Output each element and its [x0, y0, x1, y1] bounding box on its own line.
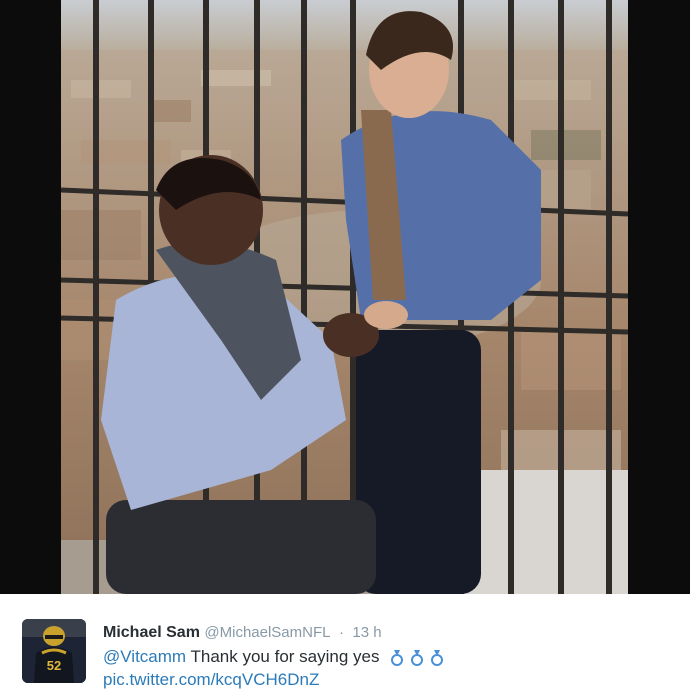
avatar-image: 52	[22, 619, 86, 683]
tweet-photo[interactable]	[0, 0, 690, 594]
photo-scene	[61, 0, 628, 594]
tweet-body: Michael Sam @MichaelSamNFL · 13 h @Vitca…	[103, 623, 678, 691]
separator: ·	[338, 624, 344, 641]
tweet-message: Thank you for saying yes	[190, 647, 380, 666]
avatar[interactable]: 52	[22, 619, 86, 683]
tweet-header: Michael Sam @MichaelSamNFL · 13 h	[103, 623, 678, 643]
user-handle[interactable]: @MichaelSamNFL	[204, 624, 330, 641]
ring-icon	[431, 649, 444, 666]
mention-link[interactable]: @Vitcamm	[103, 647, 186, 666]
tweet-time[interactable]: 13 h	[352, 624, 381, 641]
pic-link[interactable]: pic.twitter.com/kcqVCH6DnZ	[103, 668, 678, 691]
ring-icon	[411, 649, 424, 666]
tweet-text: @Vitcamm Thank you for saying yes	[103, 645, 678, 668]
ring-icon	[391, 649, 404, 666]
avatar-jersey-number: 52	[47, 658, 61, 673]
user-name[interactable]: Michael Sam	[103, 624, 200, 641]
tweet-card: 52 Michael Sam @MichaelSamNFL · 13 h @Vi…	[0, 594, 690, 700]
photo-illustration	[61, 0, 628, 594]
ring-emojis	[390, 649, 444, 667]
